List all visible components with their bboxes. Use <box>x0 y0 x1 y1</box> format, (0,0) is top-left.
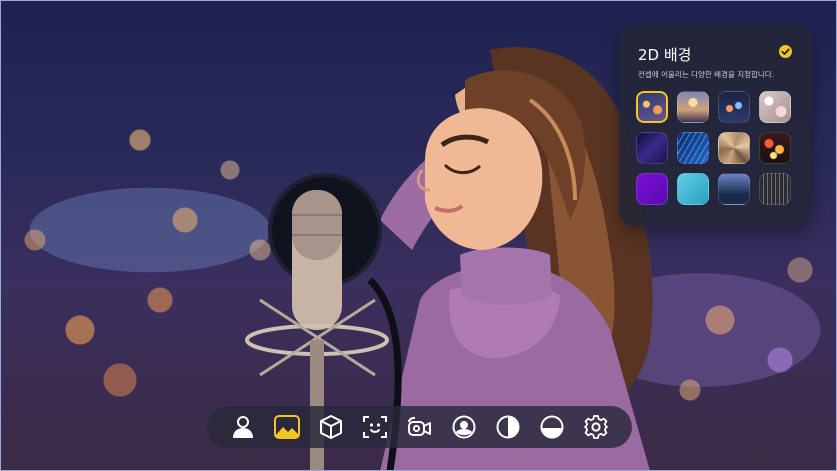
background-thumb-red-orange-bokeh[interactable] <box>759 132 791 164</box>
settings-tool-button[interactable] <box>581 412 611 442</box>
background-thumb-gold-geometric[interactable] <box>718 132 750 164</box>
contrast-icon <box>496 415 520 439</box>
3d-tool-button[interactable] <box>316 412 346 442</box>
background-thumb-purple-neon-lines[interactable] <box>636 132 668 164</box>
filter-tool-button[interactable] <box>449 412 479 442</box>
face-tracking-icon <box>363 416 388 438</box>
filter-icon <box>452 415 476 439</box>
background-thumb-blue-light-streaks[interactable] <box>677 132 709 164</box>
camera-icon <box>408 417 432 436</box>
3d-cube-icon <box>320 415 343 439</box>
background-thumb-night-city-lights[interactable] <box>718 91 750 123</box>
background-thumb-city-night-bokeh[interactable] <box>636 91 668 123</box>
contrast-tool-button[interactable] <box>493 412 523 442</box>
app-stage: 2D 배경 컨셉에 어울리는 다양한 배경을 지정합니다. <box>0 0 837 471</box>
background-thumb-solid-purple[interactable] <box>636 173 668 205</box>
panel-title: 2D 배경 <box>638 46 692 64</box>
panel-description: 컨셉에 어울리는 다양한 배경을 지정합니다. <box>638 70 775 79</box>
background-grid <box>636 91 791 205</box>
camera-tool-button[interactable] <box>404 412 434 442</box>
bottom-toolbar <box>207 406 632 448</box>
background-panel: 2D 배경 컨셉에 어울리는 다양한 배경을 지정합니다. <box>619 24 812 227</box>
background-thumb-solid-cyan[interactable] <box>677 173 709 205</box>
checkmark-icon[interactable] <box>779 45 792 58</box>
face-tracking-tool-button[interactable] <box>360 412 390 442</box>
brightness-icon <box>540 415 564 439</box>
background-thumb-sunset-sky[interactable] <box>677 91 709 123</box>
settings-gear-icon <box>584 415 608 439</box>
avatar-icon <box>233 416 254 438</box>
background-image-icon <box>274 415 301 439</box>
background-thumb-blue-gradient[interactable] <box>718 173 750 205</box>
brightness-tool-button[interactable] <box>537 412 567 442</box>
background-thumb-light-bokeh[interactable] <box>759 91 791 123</box>
background-thumb-dark-curtain[interactable] <box>759 173 791 205</box>
avatar-tool-button[interactable] <box>228 412 258 442</box>
background-tool-button[interactable] <box>272 412 302 442</box>
